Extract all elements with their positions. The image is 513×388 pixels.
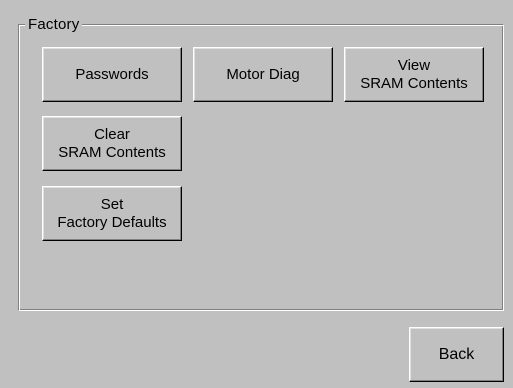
clear-sram-contents-button[interactable]: Clear SRAM Contents (42, 116, 182, 171)
motor-diag-button[interactable]: Motor Diag (193, 47, 333, 102)
back-button[interactable]: Back (409, 327, 504, 382)
set-factory-defaults-button[interactable]: Set Factory Defaults (42, 186, 182, 241)
passwords-button[interactable]: Passwords (42, 47, 182, 102)
factory-group-title: Factory (25, 16, 83, 33)
view-sram-contents-button[interactable]: View SRAM Contents (344, 47, 484, 102)
factory-window: Factory Passwords Motor Diag View SRAM C… (0, 0, 513, 388)
